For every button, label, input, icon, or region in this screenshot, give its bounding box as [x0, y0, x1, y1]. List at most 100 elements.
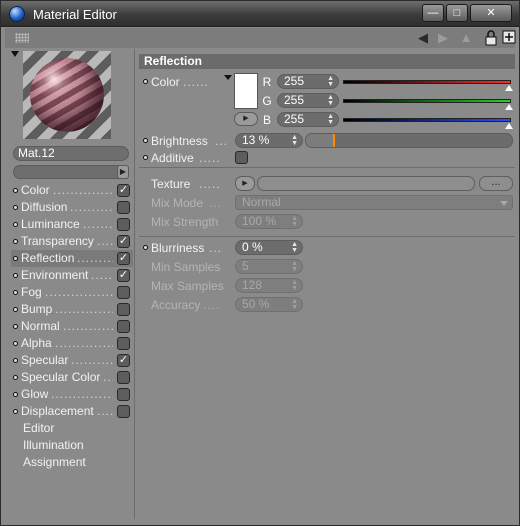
spinner-icon[interactable]: ▲ ▼ — [291, 215, 298, 228]
b-label: B — [262, 113, 271, 127]
preview-menu-icon[interactable] — [11, 51, 19, 57]
spinner-icon[interactable]: ▲ ▼ — [327, 113, 334, 126]
channel-item[interactable]: Alpha.................... — [11, 335, 133, 352]
spinner-icon[interactable]: ▲ ▼ — [291, 298, 298, 311]
r-value-field[interactable]: 255 ▲ ▼ — [277, 74, 339, 89]
channel-checkbox[interactable] — [117, 320, 130, 333]
channel-label: Reflection — [21, 251, 75, 265]
toolbar: ◀ ▶ ▲ — [5, 28, 517, 48]
channel-checkbox[interactable] — [117, 303, 130, 316]
animate-dot-icon[interactable] — [143, 138, 148, 143]
channel-item[interactable]: Transparency ✓.................... — [11, 233, 133, 250]
forward-arrow-icon[interactable]: ▶ — [435, 30, 451, 46]
channel-item[interactable]: Luminance.................... — [11, 216, 133, 233]
channel-checkbox[interactable] — [117, 218, 130, 231]
accuracy-label: Accuracy — [151, 298, 201, 312]
min-samples-field[interactable]: 5 ▲ ▼ — [235, 259, 303, 274]
channel-checkbox[interactable] — [117, 405, 130, 418]
channel-item[interactable]: Displacement.................... — [11, 403, 133, 420]
channel-item[interactable]: Reflection ✓.................... — [11, 250, 133, 267]
channel-item[interactable]: Glow.................... — [11, 386, 133, 403]
animate-dot-icon[interactable] — [143, 245, 148, 250]
texture-menu-button[interactable]: ▶ — [235, 176, 255, 191]
channel-label: Specular Color — [21, 370, 101, 384]
accuracy-field[interactable]: 50 % ▲ ▼ — [235, 297, 303, 312]
spinner-icon[interactable]: ▲ ▼ — [291, 134, 298, 147]
brightness-field[interactable]: 13 % ▲ ▼ — [235, 133, 303, 148]
channel-dot-icon — [13, 358, 18, 363]
channel-item[interactable]: Bump.................... — [11, 301, 133, 318]
spinner-icon[interactable]: ▲ ▼ — [291, 279, 298, 292]
channel-item[interactable]: Fog.................... — [11, 284, 133, 301]
g-value-field[interactable]: 255 ▲ ▼ — [277, 93, 339, 108]
brightness-slider[interactable] — [305, 133, 513, 148]
channel-checkbox[interactable]: ✓ — [117, 354, 130, 367]
channel-item[interactable]: Specular ✓.................... — [11, 352, 133, 369]
channel-checkbox[interactable] — [117, 337, 130, 350]
channel-dot-icon — [13, 273, 18, 278]
channel-checkbox[interactable] — [117, 371, 130, 384]
minimize-button[interactable]: — — [422, 4, 444, 22]
preview-scrollbar[interactable]: ▶ — [13, 165, 129, 179]
close-button[interactable]: ✕ — [470, 4, 512, 22]
texture-browse-button[interactable]: ... — [479, 176, 513, 191]
divider — [139, 236, 515, 237]
channel-label: Normal — [21, 319, 60, 333]
spinner-icon[interactable]: ▲ ▼ — [327, 75, 334, 88]
color-menu-icon[interactable] — [224, 75, 232, 80]
channel-checkbox[interactable] — [117, 388, 130, 401]
brightness-handle[interactable] — [333, 134, 335, 147]
color-swatch[interactable] — [234, 73, 258, 109]
blurriness-row: Blurriness ... — [137, 240, 237, 256]
material-preview[interactable] — [23, 51, 111, 139]
spinner-icon[interactable]: ▲ ▼ — [327, 94, 334, 107]
blurriness-field[interactable]: 0 % ▲ ▼ — [235, 240, 303, 255]
grip-icon[interactable] — [15, 33, 29, 43]
app-icon — [9, 6, 25, 22]
animate-dot-icon[interactable] — [143, 79, 148, 84]
blue-slider-handle[interactable] — [505, 123, 513, 129]
channel-checkbox[interactable]: ✓ — [117, 235, 130, 248]
texture-field[interactable] — [257, 176, 475, 191]
r-value: 255 — [284, 74, 305, 88]
green-slider[interactable] — [343, 99, 511, 103]
extra-item[interactable]: Illumination — [23, 437, 84, 454]
back-arrow-icon[interactable]: ◀ — [415, 30, 431, 46]
color-picker-button[interactable]: ▶ — [234, 112, 258, 126]
channel-checkbox[interactable]: ✓ — [117, 252, 130, 265]
maximize-button[interactable]: □ — [446, 4, 468, 22]
additive-checkbox[interactable] — [235, 151, 248, 164]
red-slider-handle[interactable] — [505, 85, 513, 91]
title-bar[interactable]: Material Editor — □ ✕ — [1, 1, 519, 27]
material-name-field[interactable]: Mat.12 — [13, 146, 129, 161]
blurriness-value: 0 % — [242, 240, 263, 254]
red-slider[interactable] — [343, 80, 511, 84]
channel-item[interactable]: Specular Color.................... — [11, 369, 133, 386]
mix-strength-field[interactable]: 100 % ▲ ▼ — [235, 214, 303, 229]
channel-label: Color — [21, 183, 50, 197]
brightness-fill — [306, 134, 333, 147]
blue-slider[interactable] — [343, 118, 511, 122]
up-arrow-icon[interactable]: ▲ — [458, 30, 474, 46]
channel-checkbox[interactable]: ✓ — [117, 269, 130, 282]
channel-checkbox[interactable] — [117, 201, 130, 214]
spinner-icon[interactable]: ▲ ▼ — [291, 241, 298, 254]
channel-item[interactable]: Normal.................... — [11, 318, 133, 335]
channel-dot-icon — [13, 307, 18, 312]
lock-icon[interactable] — [483, 30, 499, 46]
channel-checkbox[interactable]: ✓ — [117, 184, 130, 197]
channel-checkbox[interactable] — [117, 286, 130, 299]
scroll-right-icon[interactable]: ▶ — [117, 165, 129, 179]
extra-item[interactable]: Assignment — [23, 454, 86, 471]
channel-item[interactable]: Environment ✓.................... — [11, 267, 133, 284]
new-window-icon[interactable] — [501, 30, 517, 46]
max-samples-field[interactable]: 128 ▲ ▼ — [235, 278, 303, 293]
channel-item[interactable]: Color ✓.................... — [11, 182, 133, 199]
spinner-icon[interactable]: ▲ ▼ — [291, 260, 298, 273]
animate-dot-icon[interactable] — [143, 155, 148, 160]
mix-mode-select[interactable]: Normal — [235, 195, 513, 210]
channel-item[interactable]: Diffusion.................... — [11, 199, 133, 216]
green-slider-handle[interactable] — [505, 104, 513, 110]
b-value-field[interactable]: 255 ▲ ▼ — [277, 112, 339, 127]
extra-item[interactable]: Editor — [23, 420, 54, 437]
